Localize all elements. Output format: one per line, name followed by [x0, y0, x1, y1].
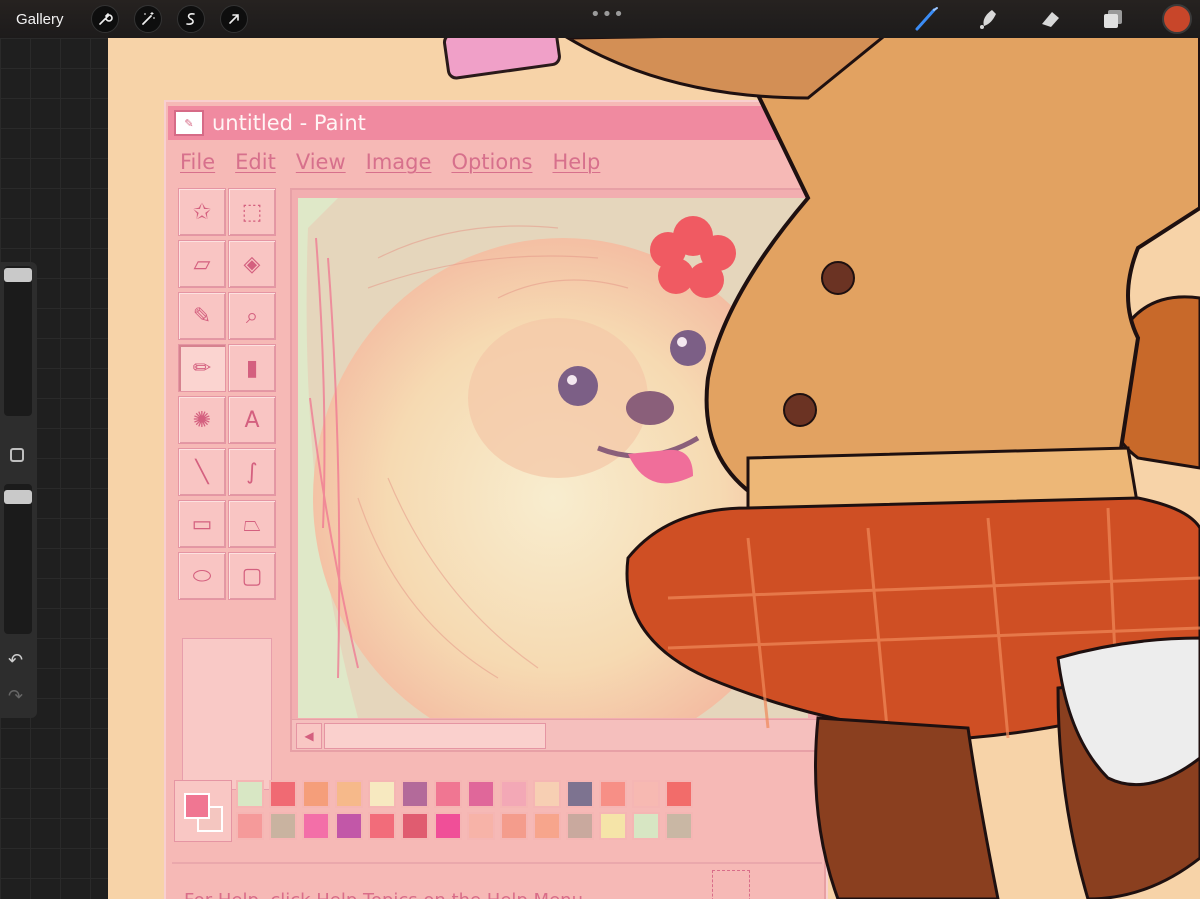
brush-size-slider[interactable]: [4, 266, 32, 416]
brush-size-thumb[interactable]: [4, 268, 32, 282]
opacity-thumb[interactable]: [4, 490, 32, 504]
gallery-button[interactable]: Gallery: [16, 11, 64, 28]
magic-wand-icon[interactable]: [133, 5, 162, 33]
brush-icon[interactable]: [914, 6, 940, 32]
sweater-button-1: [821, 261, 855, 295]
wrench-icon[interactable]: [90, 5, 119, 33]
smudge-icon[interactable]: [976, 6, 1002, 32]
sweater: [704, 38, 1200, 501]
color-swatch-button[interactable]: [1162, 4, 1192, 34]
layers-icon[interactable]: [1100, 6, 1126, 32]
opacity-slider[interactable]: [4, 484, 32, 634]
artwork-canvas[interactable]: ✎ untitled - Paint File Edit View Image …: [108, 38, 1200, 899]
leg-left: [814, 716, 1000, 899]
modify-button[interactable]: [10, 448, 24, 462]
eraser-icon[interactable]: [1038, 6, 1064, 32]
procreate-top-bar: Gallery •••: [0, 0, 1200, 38]
character-illustration: [442, 38, 1200, 899]
sidebar-panel: ↶ ↷: [0, 262, 37, 718]
undo-icon[interactable]: ↶: [8, 650, 23, 671]
redo-icon[interactable]: ↷: [8, 686, 23, 707]
pink-book: [442, 38, 561, 80]
left-canvas-margin: ↶ ↷: [0, 38, 108, 899]
sweater-button-2: [783, 393, 817, 427]
more-menu-icon[interactable]: •••: [590, 4, 625, 25]
right-toolbar: [914, 0, 1200, 38]
transform-icon[interactable]: [219, 5, 248, 33]
selection-icon[interactable]: [176, 5, 205, 33]
